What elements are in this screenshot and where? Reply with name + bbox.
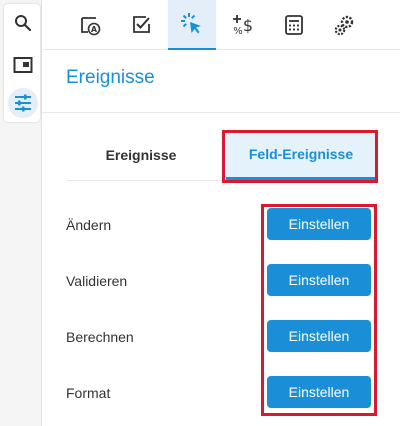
panel-toolbar: A % $ — [42, 0, 400, 50]
tool-settings[interactable] — [321, 0, 369, 50]
svg-text:%: % — [233, 26, 243, 37]
tab-ereignisse[interactable]: Ereignisse — [66, 130, 216, 180]
tool-checkbox[interactable] — [117, 0, 165, 50]
settings-icon — [334, 15, 354, 36]
event-label: Berechnen — [66, 329, 134, 345]
checkbox-icon — [133, 16, 150, 33]
svg-text:A: A — [91, 25, 98, 34]
event-label: Validieren — [66, 273, 128, 289]
highlight-buttons-box — [261, 204, 377, 416]
window-button[interactable] — [8, 50, 38, 80]
highlight-tab-box — [222, 130, 378, 183]
rail-tool-group — [4, 4, 40, 122]
divider — [42, 112, 400, 113]
search-button[interactable] — [8, 8, 38, 38]
search-icon — [15, 15, 32, 32]
tool-events[interactable] — [168, 0, 216, 50]
format-currency-icon: % $ — [233, 15, 253, 37]
svg-text:$: $ — [243, 16, 253, 35]
tool-form-fields[interactable]: A — [66, 0, 114, 50]
left-rail — [0, 0, 42, 426]
sliders-button[interactable] — [8, 88, 38, 118]
window-icon — [13, 57, 33, 73]
panel-title: Ereignisse — [66, 67, 155, 88]
event-label: Ändern — [66, 217, 112, 233]
sliders-icon — [15, 94, 31, 112]
calculator-icon — [285, 15, 303, 35]
tool-format[interactable]: % $ — [219, 0, 267, 50]
event-label: Format — [66, 385, 111, 401]
tool-calculate[interactable] — [270, 0, 318, 50]
click-events-icon — [181, 13, 201, 34]
form-field-icon: A — [81, 17, 101, 36]
